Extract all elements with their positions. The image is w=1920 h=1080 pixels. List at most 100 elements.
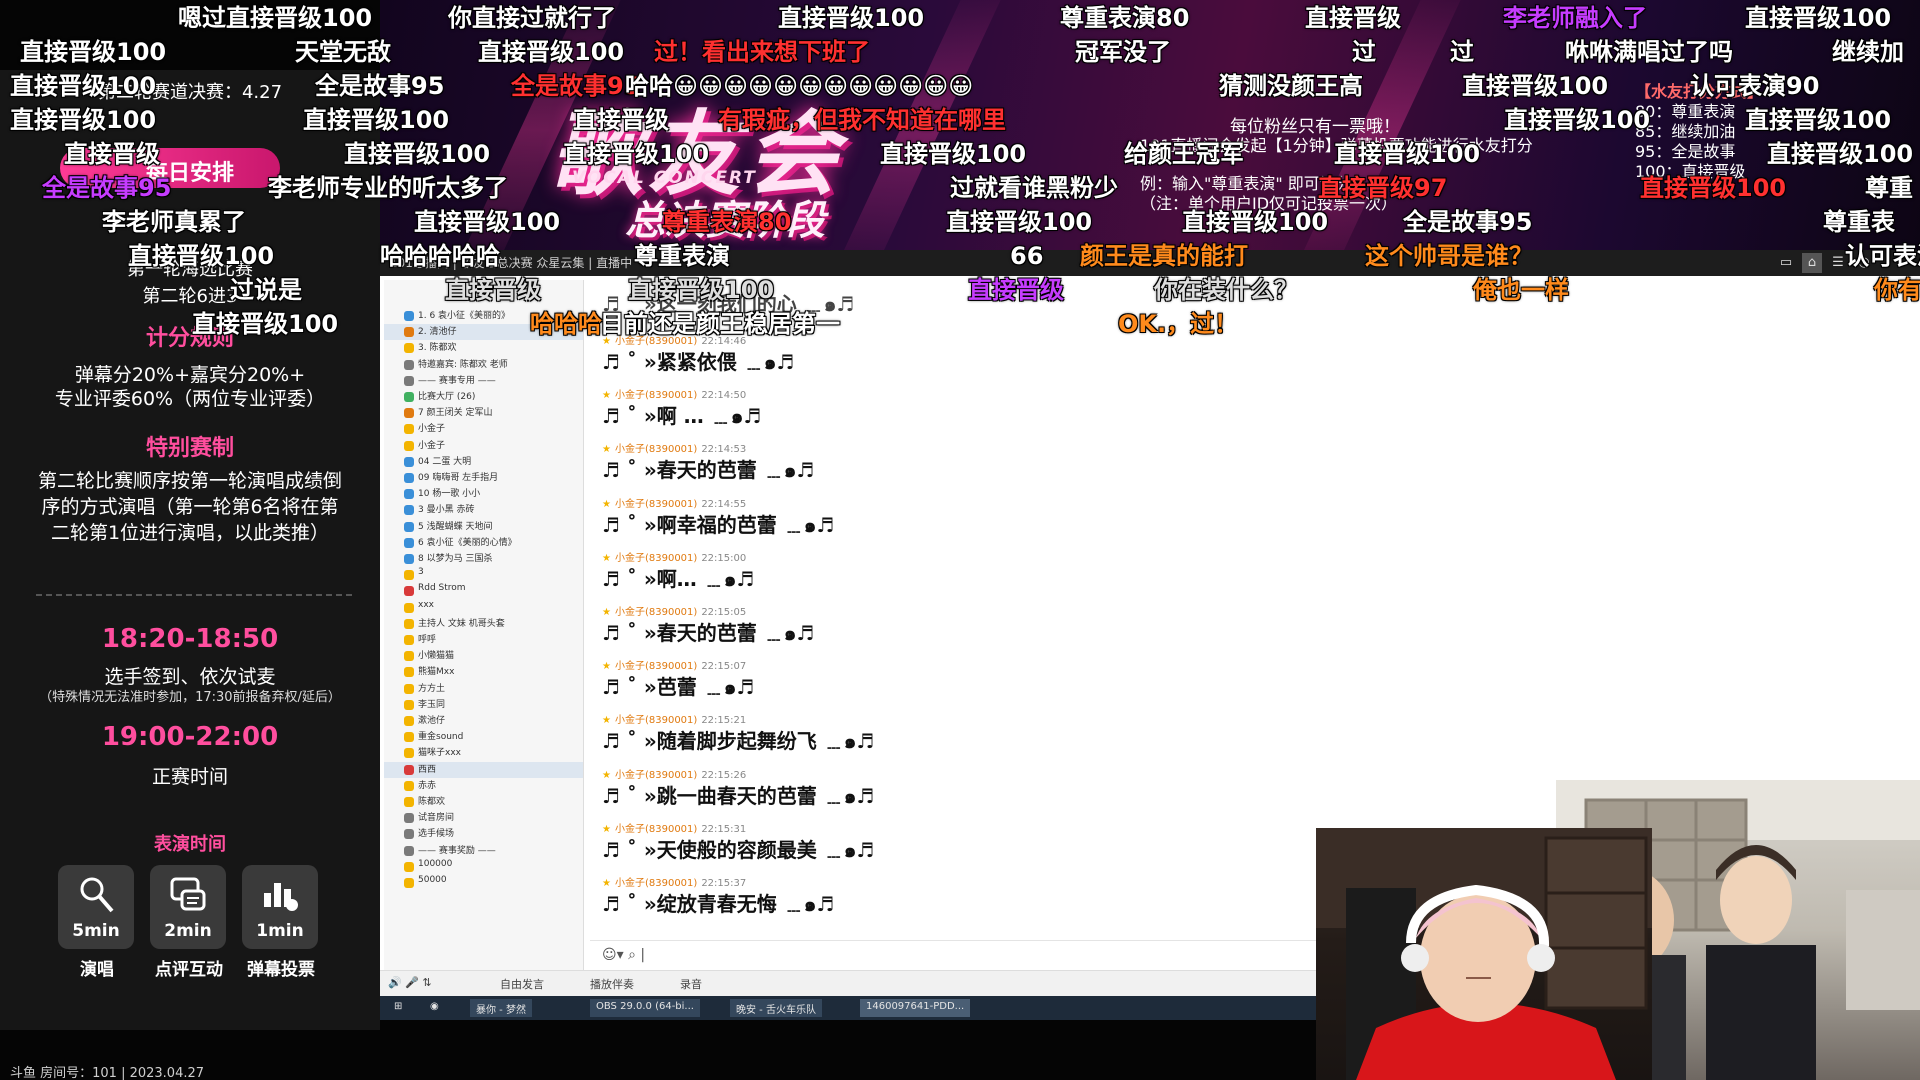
tree-user-row[interactable]: 5 浅醒蝴蝶 天地间 — [384, 519, 583, 535]
tree-user-row[interactable]: 陈都欢 — [384, 794, 583, 810]
tree-user-row[interactable]: 熊猫Mxx — [384, 664, 583, 680]
play-accompaniment-button[interactable]: 播放伴奏 — [590, 976, 634, 992]
chat-message-meta: ★ 小金子(8390001) 22:15:00 — [602, 549, 746, 564]
tree-user-row[interactable]: 8 以梦为马 三国杀 — [384, 551, 583, 567]
scoring-title: 计分规则 — [145, 326, 234, 351]
tree-user-row[interactable]: 100000 — [384, 859, 583, 875]
tree-user-row[interactable]: 3 — [384, 567, 583, 583]
tree-user-label: 3. 陈都欢 — [418, 343, 457, 354]
user-badge-icon — [404, 311, 414, 321]
tree-user-row[interactable]: 3. 陈都欢 — [384, 340, 583, 356]
tree-user-label: 陈都欢 — [418, 797, 446, 807]
tree-user-row[interactable]: 李玉同 — [384, 697, 583, 713]
home-icon[interactable]: ⌂ — [1802, 253, 1822, 273]
tree-user-row[interactable]: xxx — [384, 600, 583, 616]
time-slot-1-note: （特殊情况无法准时参加，17:30前报备弃权/延后） — [39, 690, 341, 705]
emoji-icon[interactable]: ☺▾ ⌕ | — [602, 947, 645, 963]
tree-user-row[interactable]: 比赛大厅 (26) — [384, 389, 583, 405]
vote-time-tile: 1min — [242, 865, 318, 949]
chat-message-text: ♬ ˚ »紧紧依偎 ﹍๑♬ — [602, 350, 795, 374]
tree-user-label: 3 曼小黑 赤砖 — [418, 505, 475, 516]
tree-user-row[interactable]: 赤赤 — [384, 778, 583, 794]
tree-user-row[interactable]: 09 嗨嗨哥 左手指月 — [384, 470, 583, 486]
sing-time-value: 5min — [72, 921, 120, 941]
chat-message-meta: ★ 小金子(8390001) 22:14:55 — [602, 495, 746, 510]
taskbar-item[interactable]: 1460097641-PDD... — [860, 999, 971, 1017]
list-icon[interactable]: ☰ — [1828, 253, 1848, 273]
tree-user-row[interactable]: 7 颜王闭关 定军山 — [384, 405, 583, 421]
user-badge-icon — [404, 554, 414, 564]
danmaku-comment: 天堂无敌 — [295, 38, 391, 66]
tree-user-row[interactable]: 50000 — [384, 875, 583, 891]
tree-user-row[interactable]: 3 曼小黑 赤砖 — [384, 502, 583, 518]
tree-user-row[interactable]: Rdd Strom — [384, 583, 583, 599]
vote-time-value: 1min — [256, 921, 304, 941]
tree-user-label: 小金子 — [418, 440, 446, 451]
user-badge-icon — [404, 683, 414, 694]
tree-user-row[interactable]: 方方土 — [384, 681, 583, 697]
user-badge-icon — [404, 732, 414, 743]
host-webcam — [1316, 828, 1652, 1080]
tree-user-row[interactable]: 猫咪子xxx — [384, 745, 583, 761]
tree-user-label: 熊猫Mxx — [418, 667, 455, 678]
time-slot-1: 18:20-18:50 — [101, 624, 279, 654]
perf-time-title: 表演时间 — [154, 834, 226, 855]
taskbar-item[interactable]: 晚安 - 舌火车乐队 — [730, 999, 822, 1017]
user-badge-icon — [404, 408, 414, 419]
tree-user-row[interactable]: 04 二蛋 大明 — [384, 454, 583, 470]
chat-message-text: ♬ ˚ »跳一曲春天的芭蕾 ﹍๑♬ — [602, 783, 875, 808]
speaker-icon[interactable]: 🔊 🎤 ⇅ — [388, 976, 432, 989]
tree-user-label: 8 以梦为马 三国杀 — [418, 554, 493, 564]
tree-user-row[interactable]: 6 袁小征《美丽的心情》 — [384, 535, 583, 551]
channel-user-tree[interactable]: 1. 6 袁小征《美丽的》 2. 清池仔 3. 陈都欢 特邀嘉宾: 陈都欢 老师 —— … — [384, 280, 584, 970]
tree-user-label: 3 — [418, 567, 424, 578]
tree-user-row[interactable]: 呼呼 — [384, 632, 583, 648]
tree-user-row[interactable]: 2. 清池仔 — [384, 324, 583, 341]
screen-icon[interactable]: ▭ — [1776, 253, 1796, 273]
record-button[interactable]: 录音 — [680, 976, 702, 992]
chat-message-text: ♬ ˚ »芭蕾 ﹍๑♬ — [602, 675, 755, 700]
user-badge-icon — [404, 861, 414, 872]
tree-user-row[interactable]: 重金sound — [384, 729, 583, 745]
user-badge-icon — [404, 845, 414, 856]
user-badge-icon — [404, 813, 414, 824]
time-slot-2-desc: 正赛时间 — [151, 766, 228, 788]
finals-label: 第二轮赛道决赛：4.27 — [97, 82, 283, 103]
tree-user-row[interactable]: 1. 6 袁小征《美丽的》 — [384, 308, 583, 324]
tree-user-label: 5 浅醒蝴蝶 天地间 — [418, 521, 493, 532]
tree-user-label: 比赛大厅 (26) — [418, 392, 476, 402]
user-badge-icon — [404, 618, 414, 629]
tree-user-row[interactable]: 小金子 — [384, 438, 583, 454]
taskbar-item[interactable]: OBS 29.0.0 (64-bi... — [590, 999, 700, 1017]
chat-message-meta: ★ 小金子(8390001) 22:14:50 — [602, 386, 746, 401]
tree-user-row[interactable]: 10 杨一歌 小小 — [384, 486, 583, 502]
tree-user-row[interactable]: 漱池仔 — [384, 713, 583, 729]
taskbar-item[interactable]: 暴你 - 梦然 — [470, 999, 532, 1017]
tree-user-row[interactable]: 主持人 文妹 机哥头套 — [384, 616, 583, 632]
windows-start-icon[interactable]: ⊞ — [388, 999, 408, 1017]
chat-message-meta: ★ 小金子(8390001) 22:15:31 — [602, 820, 746, 835]
tree-user-row[interactable]: 小金子 — [384, 421, 583, 437]
time-slot-1-desc: 选手签到、依次试麦 — [104, 666, 276, 688]
special-title: 特别赛制 — [145, 436, 234, 461]
user-badge-icon — [404, 489, 414, 500]
user-badge-icon — [404, 327, 414, 338]
tree-user-label: 6 袁小征《美丽的心情》 — [418, 537, 517, 548]
tree-user-row[interactable]: 特邀嘉宾: 陈都欢 老师 — [384, 357, 583, 373]
tree-user-row[interactable]: —— 赛事奖励 —— — [384, 843, 583, 859]
chat-message-meta: ★ 小金子(8390001) 22:15:07 — [602, 657, 746, 672]
tree-user-row[interactable]: —— 赛事专用 —— — [384, 373, 583, 389]
chat-message-meta: ★ 小金子(8390001) 22:15:37 — [602, 874, 746, 889]
user-badge-icon — [404, 424, 414, 435]
free-speak-button[interactable]: 自由发言 — [500, 976, 544, 992]
vote-caption: 弹幕投票 — [247, 960, 315, 980]
tree-user-label: 西西 — [418, 764, 437, 775]
gamepad-icon[interactable]: ◎ — [1854, 253, 1874, 273]
tree-user-row[interactable]: 试音房间 — [384, 810, 583, 826]
tree-user-label: 呼呼 — [418, 635, 437, 645]
tree-user-row[interactable]: 小懒猫猫 — [384, 648, 583, 664]
comment-time-tile: 2min — [150, 865, 226, 949]
browser-icon[interactable]: ◉ — [424, 999, 445, 1017]
tree-user-row[interactable]: 西西 — [384, 761, 583, 778]
tree-user-row[interactable]: 选手候场 — [384, 826, 583, 842]
